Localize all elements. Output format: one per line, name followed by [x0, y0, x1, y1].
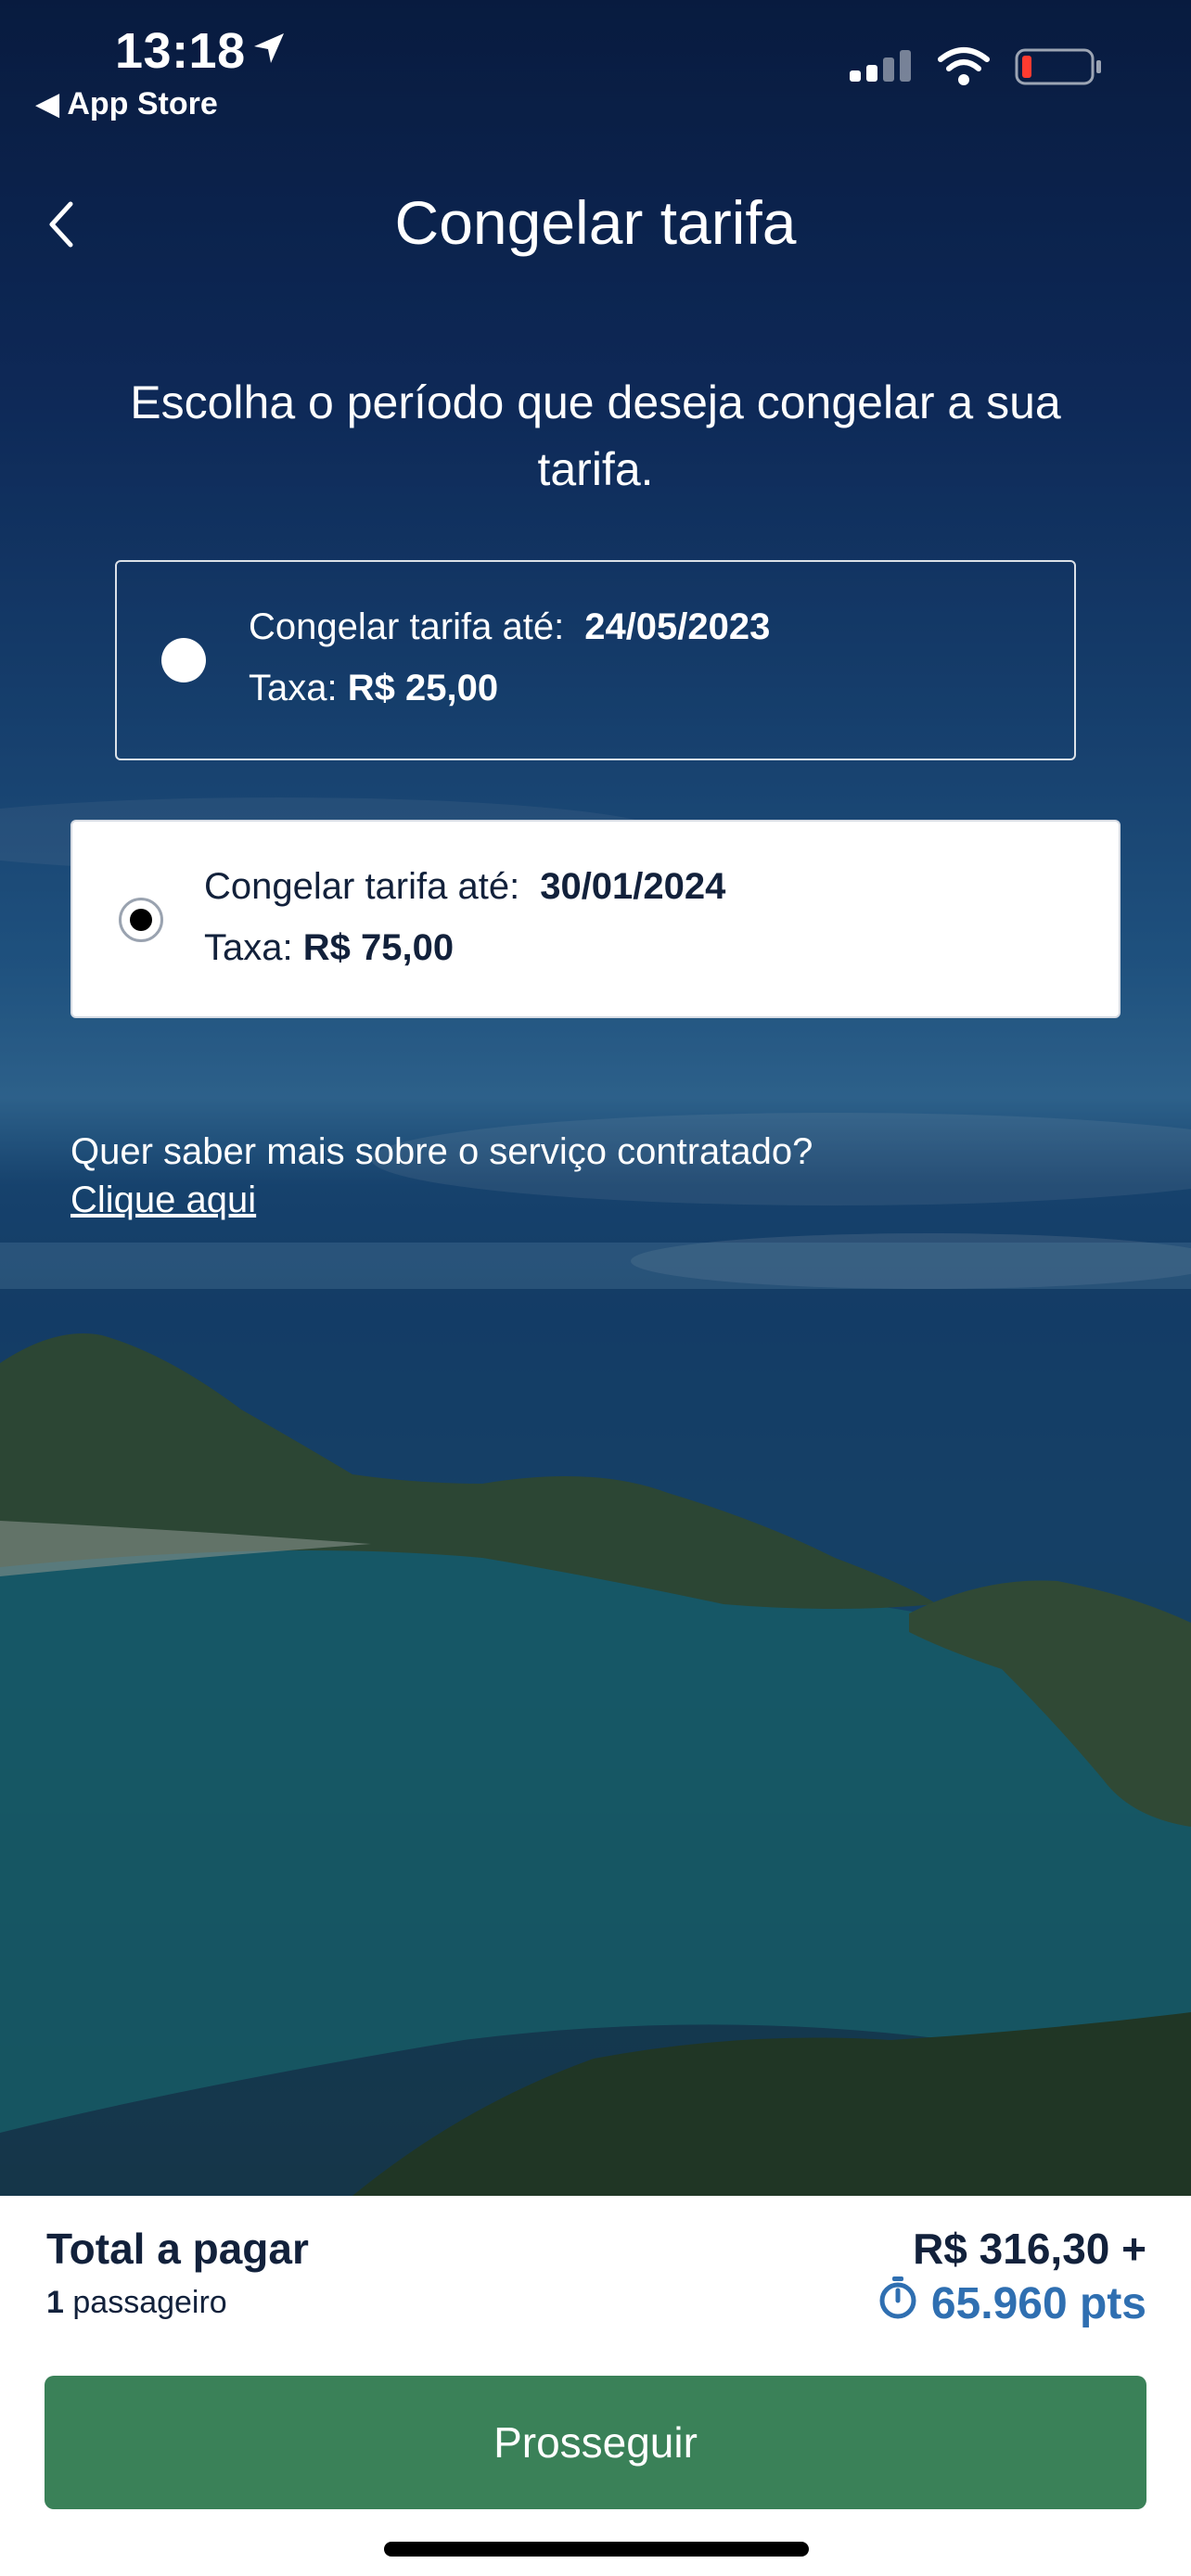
option-date: 24/05/2023: [584, 606, 771, 647]
payment-summary-panel: Total a pagar 1 passageiro R$ 316,30 + 6…: [0, 2196, 1191, 2576]
freeze-option-1[interactable]: Congelar tarifa até: 24/05/2023 Taxa: R$ …: [115, 560, 1076, 760]
freeze-option-2[interactable]: Congelar tarifa até: 30/01/2024 Taxa: R$ …: [70, 820, 1121, 1018]
battery-low-icon: [1015, 46, 1102, 92]
proceed-button[interactable]: Prosseguir: [45, 2376, 1146, 2509]
status-time: 13:18: [115, 23, 246, 79]
back-to-app-store[interactable]: ◀ App Store: [35, 85, 218, 122]
home-indicator[interactable]: [384, 2542, 809, 2557]
info-question: Quer saber mais sobre o serviço contrata…: [70, 1131, 813, 1172]
fee-label: Taxa:: [204, 927, 293, 968]
option-label: Congelar tarifa até:: [249, 606, 565, 647]
points-value: 65.960 pts: [930, 2278, 1146, 2328]
learn-more-link[interactable]: Clique aqui: [70, 1180, 256, 1221]
total-points: 65.960 pts: [877, 2276, 1146, 2331]
passenger-label: passageiro: [72, 2285, 227, 2320]
signal-icon: [850, 48, 913, 90]
option-label: Congelar tarifa até:: [204, 866, 520, 907]
total-price: R$ 316,30 +: [913, 2225, 1146, 2273]
intro-text: Escolha o período que deseja congelar a …: [130, 376, 1061, 495]
radio-button-unselected[interactable]: [161, 638, 206, 682]
radio-button-selected[interactable]: [119, 898, 163, 942]
option-fee-line: Taxa: R$ 25,00: [249, 668, 498, 709]
fee-value: R$ 75,00: [302, 927, 455, 968]
option-date: 30/01/2024: [540, 866, 726, 907]
total-label: Total a pagar: [46, 2225, 309, 2273]
fee-label: Taxa:: [249, 668, 338, 708]
option-date-line: Congelar tarifa até: 24/05/2023: [249, 606, 770, 648]
stopwatch-icon: [877, 2276, 918, 2331]
status-icons: [850, 46, 1102, 92]
page-title: Congelar tarifa: [394, 188, 797, 257]
passenger-count: 1 passageiro: [46, 2285, 227, 2321]
passenger-number: 1: [46, 2285, 64, 2320]
background-image: [0, 0, 1191, 2196]
fee-value: R$ 25,00: [347, 668, 499, 708]
location-arrow-icon: [250, 30, 288, 71]
wifi-icon: [937, 46, 991, 92]
option-fee-line: Taxa: R$ 75,00: [204, 927, 454, 969]
option-date-line: Congelar tarifa até: 30/01/2024: [204, 866, 725, 908]
